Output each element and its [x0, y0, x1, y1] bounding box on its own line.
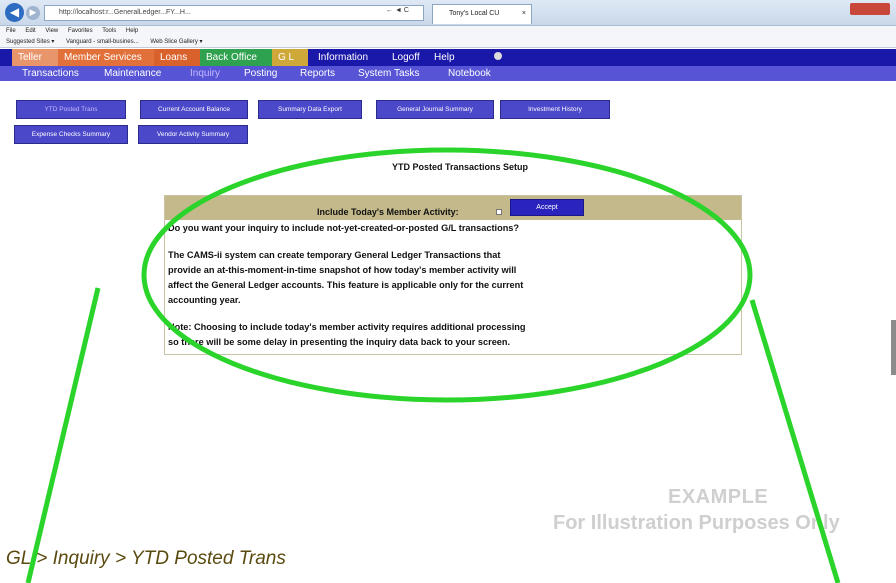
favorites-bar: Suggested Sites ▾ Vanguard - small-busin… [0, 37, 896, 48]
nav-information[interactable]: Information [312, 49, 374, 66]
nav-logoff[interactable]: Logoff [386, 49, 426, 66]
subnav-transactions[interactable]: Transactions [22, 66, 79, 81]
back-arrow-icon[interactable]: ◀ [5, 3, 24, 22]
description-line: The CAMS-ii system can create temporary … [168, 250, 501, 260]
browser-titlebar: ◀ ▶ http://localhost:r...GeneralLedger..… [0, 0, 896, 26]
vendor-activity-summary-button[interactable]: Vendor Activity Summary [138, 125, 248, 144]
tab-close-icon[interactable]: × [522, 5, 526, 23]
nav-gl[interactable]: G L [272, 49, 308, 66]
panel-header: Include Today's Member Activity: Accept [165, 196, 741, 220]
main-nav: Teller Member Services Loans Back Office… [0, 49, 896, 66]
watermark-example: EXAMPLE [668, 486, 769, 508]
ytd-posted-trans-button[interactable]: YTD Posted Trans [16, 100, 126, 119]
address-controls[interactable]: ← ◄ C [386, 7, 409, 14]
callout-line-right [749, 299, 841, 583]
note-line: so there will be some delay in presentin… [168, 337, 511, 347]
menu-tools[interactable]: Tools [102, 28, 116, 34]
nav-back-office[interactable]: Back Office [200, 49, 272, 66]
window-controls[interactable] [850, 3, 890, 15]
accept-button[interactable]: Accept [510, 199, 584, 216]
menu-edit[interactable]: Edit [25, 28, 35, 34]
menu-view[interactable]: View [45, 28, 58, 34]
description-line: affect the General Ledger accounts. This… [168, 280, 524, 290]
current-account-balance-button[interactable]: Current Account Balance [140, 100, 248, 119]
watermark-illustration: For Illustration Purposes Only [553, 512, 840, 534]
investment-history-button[interactable]: Investment History [500, 100, 610, 119]
callout-line-left [25, 287, 101, 583]
setup-panel: Include Today's Member Activity: Accept … [164, 195, 742, 355]
question-text: Do you want your inquiry to include not-… [168, 223, 520, 233]
expense-checks-summary-button[interactable]: Expense Checks Summary [14, 125, 128, 144]
description-line: accounting year. [168, 295, 241, 305]
tab-title: Tony's Local CU [449, 10, 500, 17]
include-activity-label: Include Today's Member Activity: [317, 207, 459, 217]
include-activity-checkbox[interactable] [496, 209, 502, 215]
screenshot-page: ◀ ▶ http://localhost:r...GeneralLedger..… [0, 0, 896, 583]
subnav-inquiry[interactable]: Inquiry [190, 66, 220, 81]
nav-help[interactable]: Help [428, 49, 461, 66]
menu-favorites[interactable]: Favorites [68, 28, 93, 34]
subnav-notebook[interactable]: Notebook [448, 66, 491, 81]
fav-web-slice-gallery[interactable]: Web Slice Gallery ▾ [150, 39, 202, 45]
menu-file[interactable]: File [6, 28, 16, 34]
menu-help[interactable]: Help [126, 28, 138, 34]
summary-data-export-button[interactable]: Summary Data Export [258, 100, 362, 119]
breadcrumb: GL > Inquiry > YTD Posted Trans [6, 548, 286, 569]
description-line: provide an at-this-moment-in-time snapsh… [168, 265, 517, 275]
scrollbar-thumb[interactable] [891, 320, 896, 375]
nav-teller[interactable]: Teller [12, 49, 58, 66]
sub-nav: Transactions Maintenance Inquiry Posting… [0, 66, 896, 81]
subnav-reports[interactable]: Reports [300, 66, 335, 81]
subnav-posting[interactable]: Posting [244, 66, 277, 81]
page-title: YTD Posted Transactions Setup [391, 162, 529, 172]
general-journal-summary-button[interactable]: General Journal Summary [376, 100, 494, 119]
subnav-system-tasks[interactable]: System Tasks [358, 66, 420, 81]
fav-vanguard[interactable]: Vanguard - small-busines... [66, 39, 139, 45]
browser-menubar: File Edit View Favorites Tools Help [0, 26, 896, 37]
nav-loans[interactable]: Loans [154, 49, 200, 66]
forward-arrow-icon[interactable]: ▶ [26, 6, 40, 20]
subnav-maintenance[interactable]: Maintenance [104, 66, 161, 81]
address-bar[interactable]: http://localhost:r...GeneralLedger...FY.… [44, 5, 424, 21]
status-icon [494, 52, 502, 60]
note-line: Note: Choosing to include today's member… [168, 322, 526, 332]
fav-suggested-sites[interactable]: Suggested Sites ▾ [6, 39, 54, 45]
browser-tab[interactable]: Tony's Local CU × [432, 4, 532, 24]
nav-member-services[interactable]: Member Services [58, 49, 154, 66]
